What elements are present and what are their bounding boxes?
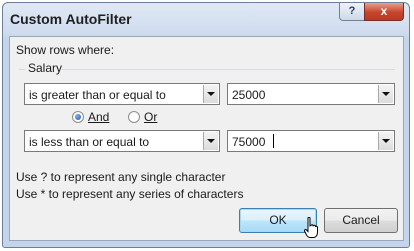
custom-autofilter-dialog: Custom AutoFilter ? x Show rows where: S… (2, 2, 410, 248)
condition2-operator-value: is less than or equal to (29, 135, 150, 149)
hand-cursor-icon (304, 217, 318, 238)
help-button[interactable]: ? (339, 3, 365, 21)
cancel-button-label: Cancel (342, 213, 380, 227)
and-radio[interactable] (72, 111, 84, 123)
dialog-title: Custom AutoFilter (10, 11, 132, 27)
condition1-operator-value: is greater than or equal to (29, 88, 166, 102)
or-radio[interactable] (128, 111, 140, 123)
condition2-operator-select[interactable]: is less than or equal to (24, 130, 220, 152)
group-divider-left (19, 69, 25, 70)
text-caret (273, 134, 274, 148)
chevron-down-icon[interactable] (203, 85, 218, 103)
field-name-label: Salary (28, 61, 63, 75)
close-icon: x (380, 4, 388, 18)
condition2-value-input[interactable]: 75000 (227, 130, 395, 152)
title-bar[interactable]: Custom AutoFilter ? x (3, 3, 409, 37)
show-rows-label: Show rows where: (16, 43, 115, 57)
or-radio-label[interactable]: Or (144, 110, 157, 124)
ok-button-label: OK (269, 213, 287, 227)
condition1-operator-select[interactable]: is greater than or equal to (24, 83, 220, 105)
dialog-body: Show rows where: Salary is greater than … (9, 36, 404, 241)
help-icon: ? (348, 5, 356, 17)
hint-single-character: Use ? to represent any single character (16, 170, 226, 184)
chevron-down-icon[interactable] (378, 132, 393, 150)
condition1-value: 25000 (232, 88, 266, 102)
close-button[interactable]: x (364, 3, 404, 21)
chevron-down-icon[interactable] (203, 132, 218, 150)
condition1-value-input[interactable]: 25000 (227, 83, 395, 105)
hint-series-characters: Use * to represent any series of charact… (16, 187, 244, 201)
group-divider (62, 69, 395, 70)
cancel-button[interactable]: Cancel (324, 208, 398, 233)
and-radio-label[interactable]: And (88, 110, 109, 124)
condition2-value: 75000 (232, 135, 266, 149)
chevron-down-icon[interactable] (378, 85, 393, 103)
